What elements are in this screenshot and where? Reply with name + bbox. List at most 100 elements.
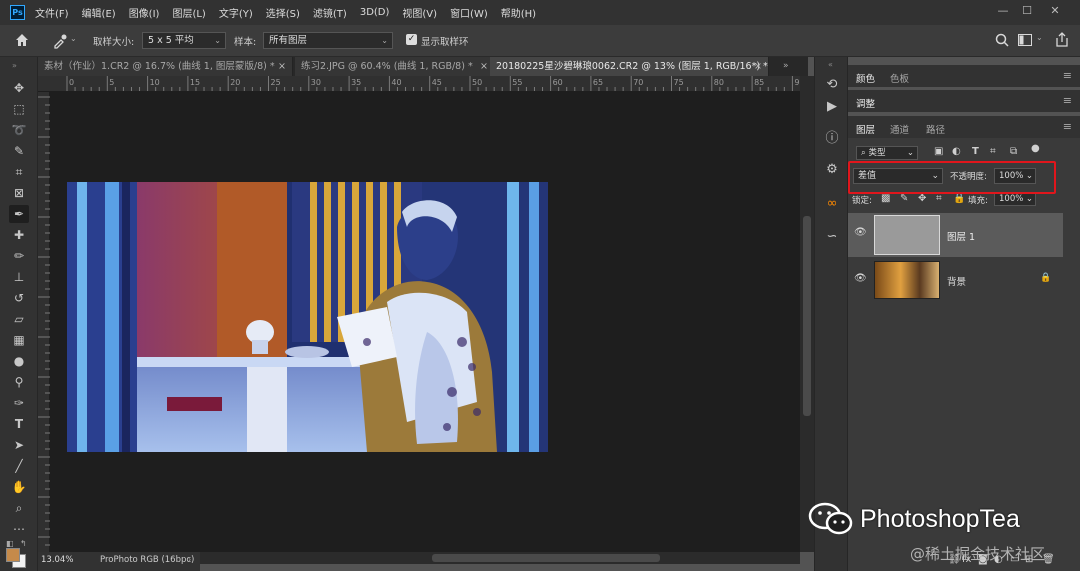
lock-position-icon[interactable]: ✥ <box>918 193 926 204</box>
panel-menu-icon[interactable]: ≡ <box>1063 94 1072 107</box>
minimize-button[interactable]: — <box>993 3 1013 19</box>
workspace-chevron-icon[interactable]: ⌄ <box>1036 33 1043 42</box>
close-icon[interactable]: × <box>754 57 762 76</box>
tab-document-2[interactable]: 练习2.JPG @ 60.4% (曲线 1, RGB/8) * × <box>295 57 495 76</box>
tab-channels[interactable]: 通道 <box>890 122 909 136</box>
eye-icon[interactable]: 👁 <box>854 273 867 285</box>
quick-select-tool-icon[interactable]: ✎ <box>9 142 29 160</box>
adjustment-filter-icon[interactable]: ◐ <box>952 146 961 157</box>
close-icon[interactable]: × <box>480 57 488 76</box>
eyedropper-tool-icon[interactable]: ✒ <box>9 205 29 223</box>
lock-transparent-icon[interactable]: ▩ <box>881 193 890 204</box>
lock-image-icon[interactable]: ✎ <box>900 193 908 204</box>
home-icon[interactable] <box>14 32 32 50</box>
shape-filter-icon[interactable]: ⌗ <box>990 146 996 157</box>
color-profile[interactable]: ProPhoto RGB (16bpc) <box>100 555 194 565</box>
sample-size-select[interactable]: 5 x 5 平均 ⌄ <box>142 32 226 49</box>
history-icon[interactable]: ⟲ <box>822 75 842 95</box>
sample-select[interactable]: 所有图层 ⌄ <box>263 32 393 49</box>
document-image[interactable] <box>67 182 548 452</box>
info-icon[interactable]: ⓘ <box>822 129 842 149</box>
tab-document-1[interactable]: 素材（作业）1.CR2 @ 16.7% (曲线 1, 图层蒙版/8) * × <box>38 57 293 76</box>
tool-preset-chevron-icon[interactable]: ⌄ <box>70 34 77 43</box>
line-tool-icon[interactable]: ╱ <box>9 457 29 475</box>
tab-document-3[interactable]: 20180225星沙碧琳琅0062.CR2 @ 13% (图层 1, RGB/1… <box>490 57 769 76</box>
status-arrow-icon[interactable]: › <box>188 555 191 564</box>
menu-window[interactable]: 窗口(W) <box>450 5 488 20</box>
lock-all-icon[interactable]: 🔒 <box>953 193 965 204</box>
move-tool-icon[interactable]: ✥ <box>9 79 29 97</box>
collapse-arrows-icon[interactable]: « <box>828 60 833 69</box>
zoom-level[interactable]: 13.04% <box>41 555 73 565</box>
vertical-scroll-thumb[interactable] <box>803 216 811 416</box>
hand-tool-icon[interactable]: ✋ <box>9 478 29 496</box>
properties-icon[interactable]: ⚙ <box>822 160 842 180</box>
menu-edit[interactable]: 编辑(E) <box>82 5 116 20</box>
brush-tool-icon[interactable]: ✏ <box>9 247 29 265</box>
tab-adjustments[interactable]: 调整 <box>856 96 875 110</box>
eraser-tool-icon[interactable]: ▱ <box>9 310 29 328</box>
menu-help[interactable]: 帮助(H) <box>501 5 536 20</box>
maximize-button[interactable]: ☐ <box>1017 3 1037 19</box>
gradient-tool-icon[interactable]: ▦ <box>9 331 29 349</box>
menu-view[interactable]: 视图(V) <box>402 5 437 20</box>
menu-image[interactable]: 图像(I) <box>129 5 160 20</box>
layer-filter-select[interactable]: ⌕ 类型 ⌄ <box>856 146 918 160</box>
horizontal-scrollbar[interactable] <box>200 552 800 564</box>
close-icon[interactable]: × <box>278 57 286 76</box>
plugin-orange-icon[interactable]: ∞ <box>822 194 842 214</box>
layer-name[interactable]: 图层 1 <box>947 229 975 243</box>
horizontal-scroll-thumb[interactable] <box>432 554 660 562</box>
layer-row-layer1[interactable]: 👁 图层 1 <box>848 213 1063 257</box>
menu-file[interactable]: 文件(F) <box>35 5 69 20</box>
tab-paths[interactable]: 路径 <box>926 122 945 136</box>
path-select-tool-icon[interactable]: ➤ <box>9 436 29 454</box>
menu-select[interactable]: 选择(S) <box>266 5 300 20</box>
type-filter-icon[interactable]: T <box>972 146 979 157</box>
more-tabs-icon[interactable]: » <box>783 61 789 71</box>
tab-layers[interactable]: 图层 <box>856 122 875 136</box>
more-tools-icon[interactable]: ⋯ <box>9 520 29 538</box>
menu-layer[interactable]: 图层(L) <box>172 5 205 20</box>
foreground-color-swatch[interactable] <box>6 548 20 562</box>
healing-brush-tool-icon[interactable]: ✚ <box>9 226 29 244</box>
pixel-filter-icon[interactable]: ▣ <box>934 146 943 157</box>
workspace-icon[interactable] <box>1018 34 1032 49</box>
smart-object-filter-icon[interactable]: ⧉ <box>1010 146 1017 157</box>
tab-color[interactable]: 颜色 <box>856 71 875 85</box>
menu-filter[interactable]: 滤镜(T) <box>313 5 347 20</box>
zoom-tool-icon[interactable]: ⌕ <box>9 499 29 517</box>
close-button[interactable]: ✕ <box>1045 3 1065 19</box>
layer-row-background[interactable]: 👁 背景 🔒 <box>848 259 1063 303</box>
actions-play-icon[interactable]: ▶ <box>822 97 842 117</box>
blur-tool-icon[interactable]: ● <box>9 352 29 370</box>
eye-icon[interactable]: 👁 <box>854 227 867 239</box>
pen-tool-icon[interactable]: ✑ <box>9 394 29 412</box>
panel-menu-icon[interactable]: ≡ <box>1063 120 1072 133</box>
default-colors-icon[interactable]: ◧ <box>6 539 14 548</box>
stamp-tool-icon[interactable]: ⊥ <box>9 268 29 286</box>
vertical-scrollbar[interactable] <box>800 76 814 552</box>
lasso-tool-icon[interactable]: ➰ <box>9 121 29 139</box>
swap-colors-icon[interactable]: ↰ <box>20 539 27 548</box>
crop-tool-icon[interactable]: ⌗ <box>9 163 29 181</box>
share-icon[interactable] <box>1055 32 1069 50</box>
frame-tool-icon[interactable]: ⊠ <box>9 184 29 202</box>
layer-name[interactable]: 背景 <box>947 274 966 288</box>
type-tool-icon[interactable]: T <box>9 415 29 433</box>
history-brush-tool-icon[interactable]: ↺ <box>9 289 29 307</box>
marquee-tool-icon[interactable]: ⬚ <box>9 100 29 118</box>
search-icon[interactable] <box>995 33 1009 50</box>
filter-toggle-icon[interactable]: ● <box>1031 143 1040 154</box>
lock-artboard-icon[interactable]: ⌗ <box>936 193 942 204</box>
eyedropper-tool-icon[interactable] <box>52 33 68 49</box>
tab-swatches[interactable]: 色板 <box>890 71 909 85</box>
show-ring-checkbox[interactable]: ✓ <box>406 34 417 45</box>
fill-input[interactable]: 100% ⌄ <box>994 192 1036 206</box>
plugin-gray-icon[interactable]: ∽ <box>822 227 842 247</box>
collapse-arrows-icon[interactable]: » <box>12 61 17 70</box>
dodge-tool-icon[interactable]: ⚲ <box>9 373 29 391</box>
panel-menu-icon[interactable]: ≡ <box>1063 69 1072 82</box>
menu-3d[interactable]: 3D(D) <box>360 7 390 18</box>
menu-type[interactable]: 文字(Y) <box>219 5 253 20</box>
